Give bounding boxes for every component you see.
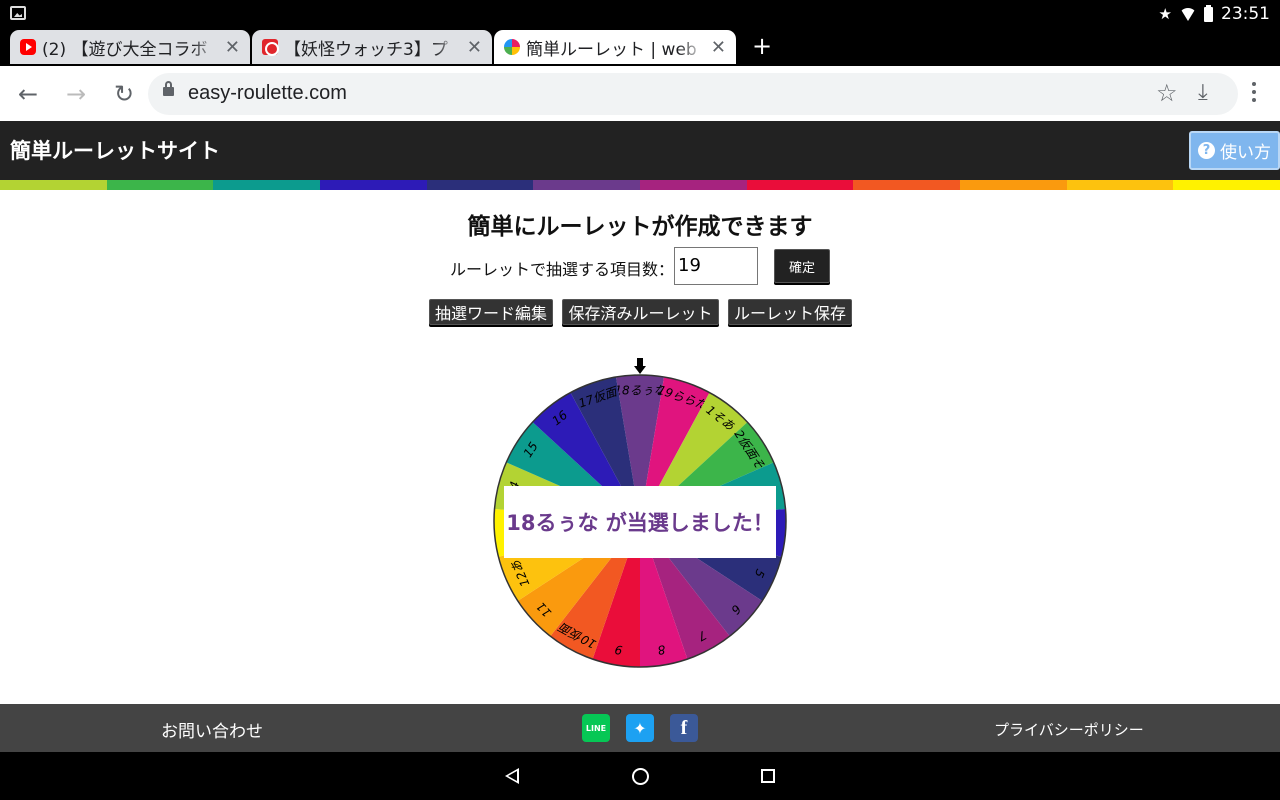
rainbow-segment [320,180,427,190]
tab-youtube[interactable]: (2) 【遊び大全コラボ ✕ [10,30,250,64]
rainbow-segment [746,180,854,190]
gallery-notification-icon [10,6,26,20]
tab-title: 【妖怪ウォッチ3】プ [284,39,448,60]
close-tab-icon[interactable]: ✕ [225,37,240,58]
page-heading: 簡単にルーレットが作成できます [467,214,813,240]
yokai-site-icon [262,39,279,56]
download-icon[interactable]: ⤓ [1198,80,1208,105]
close-tab-icon[interactable]: ✕ [467,37,482,58]
site-header: 簡単ルーレットサイト ? 使い方 [0,121,1280,180]
facebook-share-icon[interactable]: f [670,714,698,742]
address-bar[interactable]: easy-roulette.com ☆ ⤓ [148,73,1238,115]
twitter-share-icon[interactable]: ✦ [626,714,654,742]
browser-toolbar: ← → ↻ easy-roulette.com ☆ ⤓ [0,66,1280,121]
site-footer: お問い合わせ LINE ✦ f プライバシーポリシー [0,704,1280,752]
roulette-icon [504,39,520,55]
rainbow-segment [0,180,107,190]
main-content: 簡単にルーレットが作成できます ルーレットで抽選する項目数： 19 確定 抽選ワ… [0,190,1280,704]
item-count-label: ルーレットで抽選する項目数： [450,260,675,279]
saved-roulettes-button[interactable]: 保存済みルーレット [562,299,719,325]
howto-button[interactable]: ? 使い方 [1189,131,1280,170]
screen: ★ 23:51 (2) 【遊び大全コラボ ✕ 【妖怪ウォッチ3】プ ✕ 簡単ルー… [0,0,1280,800]
lock-icon [163,81,174,96]
rainbow-segment [213,180,321,190]
back-arrow-icon[interactable]: ← [12,78,44,110]
confirm-button[interactable]: 確定 [774,249,830,283]
nav-recents-icon[interactable] [761,769,775,783]
youtube-icon [20,39,36,55]
reload-icon[interactable]: ↻ [108,78,140,110]
rainbow-segment [960,180,1067,190]
help-icon: ? [1198,142,1215,159]
rainbow-segment [1066,180,1174,190]
url-text[interactable]: easy-roulette.com [188,82,347,105]
android-nav-bar [0,752,1280,800]
line-share-icon[interactable]: LINE [582,714,610,742]
new-tab-icon[interactable]: + [752,34,772,58]
rainbow-segment [640,180,747,190]
wheel-pointer-arrow-icon [634,358,646,374]
edit-words-button[interactable]: 抽選ワード編集 [429,299,553,325]
overflow-menu-icon[interactable] [1252,82,1256,86]
rainbow-segment [533,180,641,190]
tab-title: (2) 【遊び大全コラボ [42,39,208,60]
result-banner: 18るぅな が当選しました！ [504,486,776,558]
wifi-icon [1180,7,1196,21]
nav-back-icon[interactable] [505,768,519,784]
tab-strip: (2) 【遊び大全コラボ ✕ 【妖怪ウォッチ3】プ ✕ 簡単ルーレット | we… [0,28,1280,66]
save-roulette-button[interactable]: ルーレット保存 [728,299,852,325]
tab-title: 簡単ルーレット | web [526,39,697,60]
rainbow-segment [1173,180,1280,190]
result-text: 18るぅな が当選しました！ [506,511,774,535]
clock: 23:51 [1221,4,1270,24]
site-title[interactable]: 簡単ルーレットサイト [10,135,220,165]
rainbow-segment [106,180,214,190]
rainbow-stripe [0,180,1280,190]
tab-yokai[interactable]: 【妖怪ウォッチ3】プ ✕ [252,30,492,64]
bookmark-star-icon[interactable]: ☆ [1156,79,1178,107]
privacy-policy-link[interactable]: プライバシーポリシー [994,719,1144,740]
contact-link[interactable]: お問い合わせ [161,717,263,742]
star-status-icon: ★ [1158,5,1172,23]
battery-icon [1204,4,1213,22]
nav-home-icon[interactable] [632,768,649,785]
howto-label: 使い方 [1220,143,1271,163]
status-bar: ★ 23:51 [0,0,1280,28]
close-tab-icon[interactable]: ✕ [711,37,726,58]
rainbow-segment [426,180,534,190]
forward-arrow-icon[interactable]: → [60,78,92,110]
rainbow-segment [853,180,961,190]
item-count-input[interactable]: 19 [674,247,758,285]
tab-roulette[interactable]: 簡単ルーレット | web ✕ [494,30,736,64]
